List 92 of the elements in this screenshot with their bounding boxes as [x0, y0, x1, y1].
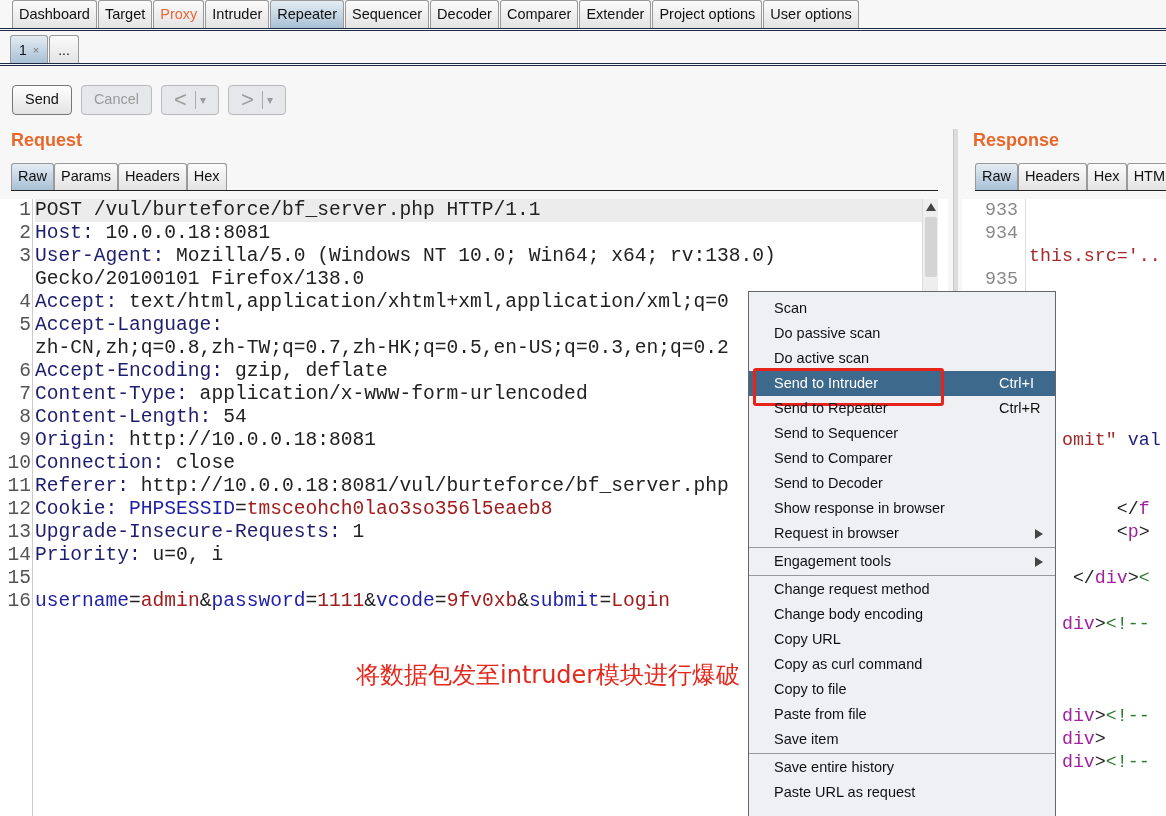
code-line: POST /vul/burteforce/bf_server.php HTTP/1.1: [35, 199, 541, 221]
code-line: Accept-Language:: [35, 314, 224, 336]
tab[interactable]: Intruder: [205, 0, 270, 28]
code-line: Connection: close: [35, 452, 235, 474]
line-number: 12: [7, 498, 32, 520]
tab[interactable]: ...: [49, 35, 79, 63]
tab[interactable]: Repeater: [270, 0, 344, 28]
line-number: 15: [7, 567, 32, 589]
code-line: Content-Length: 54: [35, 406, 247, 428]
line-number: 4: [19, 291, 32, 313]
menu-item[interactable]: Scan: [749, 296, 1055, 321]
menu-item[interactable]: Change body encoding: [749, 602, 1055, 627]
tab[interactable]: Hex: [186, 163, 227, 190]
line-number: 14: [7, 544, 32, 566]
menu-item[interactable]: Save entire history: [749, 755, 1055, 780]
line-number: 13: [7, 521, 32, 543]
tab[interactable]: Raw: [11, 163, 54, 190]
submenu-arrow-icon: [1035, 556, 1043, 567]
menu-item[interactable]: Save item: [749, 727, 1055, 752]
annotation-caption: 将数据包发至intruder模块进行爆破: [356, 660, 741, 691]
code-line: username=admin&password=1111&vcode=9fv0xb&submit=Login: [35, 590, 671, 612]
code-line: this.src='..: [1029, 246, 1161, 266]
menu-item[interactable]: Paste from file: [749, 702, 1055, 727]
scroll-up-icon[interactable]: [925, 203, 936, 211]
line-number: 8: [19, 406, 32, 428]
tab[interactable]: Hex: [1086, 163, 1127, 190]
code-line: div>: [1061, 729, 1106, 749]
line-number: 6: [19, 360, 32, 382]
line-number: 2: [19, 222, 32, 244]
line-number: 935: [985, 269, 1019, 289]
line-number: 1: [19, 199, 32, 221]
code-line: User-Agent: Mozilla/5.0 (Windows NT 10.0; Win64; x64; rv:138.0): [35, 245, 776, 267]
menu-item[interactable]: Change request method: [749, 577, 1055, 602]
tab[interactable]: 1 ×: [10, 35, 49, 63]
line-number: 10: [7, 452, 32, 474]
tab[interactable]: User options: [763, 0, 859, 28]
scrollbar-thumb[interactable]: [924, 217, 937, 277]
code-line: div><!--: [1061, 614, 1150, 634]
tab[interactable]: Raw: [975, 163, 1018, 190]
menu-item[interactable]: Send to Intruder Ctrl+I: [749, 371, 1055, 396]
menu-item[interactable]: Copy to file: [749, 677, 1055, 702]
code-line: zh-CN,zh;q=0.8,zh-TW;q=0.7,zh-HK;q=0.5,en-US;q=0.3,en;q=0.2: [35, 337, 729, 359]
menu-item[interactable]: Copy URL: [749, 627, 1055, 652]
tab[interactable]: Extender: [579, 0, 652, 28]
tab[interactable]: HTM: [1126, 163, 1166, 190]
tab[interactable]: Headers: [118, 163, 187, 190]
tab[interactable]: Sequencer: [344, 0, 430, 28]
menu-item[interactable]: Send to Comparer: [749, 446, 1055, 471]
code-line: Cookie: PHPSESSID=tmsceohch0lao3so356l5eaeb8: [35, 498, 553, 520]
toolbar-button[interactable]: Send: [12, 85, 72, 115]
code-line: Upgrade-Insecure-Requests: 1: [35, 521, 365, 543]
menu-item[interactable]: Do passive scan: [749, 321, 1055, 346]
code-line: </div><: [1072, 568, 1150, 588]
pane-title: Request: [10, 129, 83, 151]
menu-item[interactable]: Request in browser: [749, 521, 1055, 546]
code-line: Content-Type: application/x-www-form-urlencoded: [35, 383, 588, 405]
line-number: 9: [19, 429, 32, 451]
tab[interactable]: Comparer: [499, 0, 579, 28]
code-line: Priority: u=0, i: [35, 544, 224, 566]
line-number: 7: [19, 383, 32, 405]
menu-item[interactable]: Paste URL as request: [749, 780, 1055, 805]
code-line: <p>: [1116, 522, 1150, 542]
line-number: 3: [19, 245, 32, 267]
pane-title: Response: [972, 129, 1061, 151]
menu-item[interactable]: Send to Decoder: [749, 471, 1055, 496]
code-line: Accept-Encoding: gzip, deflate: [35, 360, 388, 382]
code-line: Origin: http://10.0.0.18:8081: [35, 429, 376, 451]
code-line: omit" val: [1061, 430, 1161, 450]
code-line: Referer: http://10.0.0.18:8081/vul/burteforce/bf_server.php: [35, 475, 729, 497]
code-line: Accept: text/html,application/xhtml+xml,application/xml;q=0: [35, 291, 729, 313]
tab[interactable]: Headers: [1018, 163, 1087, 190]
code-line: Host: 10.0.0.18:8081: [35, 222, 271, 244]
menu-item[interactable]: Copy as curl command: [749, 652, 1055, 677]
tab[interactable]: Decoder: [430, 0, 499, 28]
line-number: 933: [985, 200, 1019, 220]
tab[interactable]: Project options: [652, 0, 763, 28]
menu-item[interactable]: Do active scan: [749, 346, 1055, 371]
menu-item[interactable]: Engagement tools: [749, 549, 1055, 574]
code-line: Gecko/20100101 Firefox/138.0: [35, 268, 365, 290]
menu-item[interactable]: Send to Sequencer: [749, 421, 1055, 446]
tab[interactable]: Params: [54, 163, 118, 190]
line-number: 11: [7, 475, 32, 497]
submenu-arrow-icon: [1035, 528, 1043, 539]
code-line: div><!--: [1061, 752, 1150, 772]
line-number: 5: [19, 314, 32, 336]
tab[interactable]: Target: [97, 0, 153, 28]
menu-item[interactable]: Show response in browser: [749, 496, 1055, 521]
line-number: 16: [7, 590, 32, 612]
tab[interactable]: Dashboard: [12, 0, 97, 28]
code-line: div><!--: [1061, 706, 1150, 726]
code-line: </f: [1116, 499, 1150, 519]
line-number: 934: [985, 223, 1019, 243]
